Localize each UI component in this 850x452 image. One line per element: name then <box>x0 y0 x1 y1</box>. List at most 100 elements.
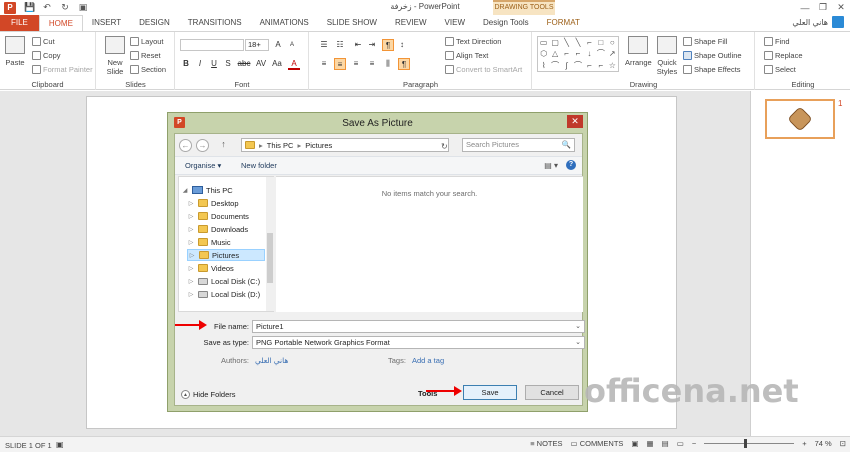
section-button[interactable]: Section <box>130 65 166 74</box>
shadow-button[interactable]: S <box>222 58 234 70</box>
up-button[interactable]: ↑ <box>217 139 230 152</box>
replace-button[interactable]: Replace <box>764 51 803 60</box>
format-painter-button[interactable]: Format Painter <box>32 65 93 74</box>
start-presentation-icon[interactable]: ▣ <box>78 2 88 13</box>
tree-item-videos[interactable]: ▷ Videos <box>187 262 234 274</box>
expand-icon[interactable]: ▷ <box>187 291 195 298</box>
tab-review[interactable]: REVIEW <box>386 15 436 31</box>
layout-button[interactable]: Layout <box>130 37 164 46</box>
reading-view-icon[interactable]: ▤ <box>662 439 669 448</box>
undo-icon[interactable]: ↶ <box>42 2 52 13</box>
slide-thumbnail[interactable] <box>765 99 835 139</box>
save-icon[interactable]: 💾 <box>24 2 35 13</box>
breadcrumb-pictures[interactable]: Pictures <box>305 141 332 150</box>
tab-transitions[interactable]: TRANSITIONS <box>179 15 251 31</box>
shape-option[interactable]: ↓ <box>584 48 595 59</box>
spell-check-icon[interactable]: ▣ <box>56 440 64 449</box>
convert-smartart-button[interactable]: Convert to SmartArt <box>445 65 522 74</box>
shape-option[interactable]: ⌐ <box>584 60 595 71</box>
tree-item-downloads[interactable]: ▷ Downloads <box>187 223 248 235</box>
file-name-input[interactable]: Picture1 ⌄ <box>252 320 585 333</box>
dialog-close-button[interactable]: ✕ <box>567 115 583 128</box>
close-button[interactable]: ✕ <box>832 0 850 15</box>
copy-button[interactable]: Copy <box>32 51 61 60</box>
restore-button[interactable]: ❐ <box>814 0 832 15</box>
shape-option[interactable]: ⌒ <box>595 48 606 59</box>
shape-option[interactable]: ╲ <box>572 37 583 48</box>
grow-font-button[interactable]: A <box>272 39 284 51</box>
shape-option[interactable]: ☆ <box>607 60 618 71</box>
shape-option[interactable]: ⌐ <box>572 48 583 59</box>
decrease-indent-button[interactable]: ⇤ <box>352 39 364 51</box>
shape-option[interactable]: ○ <box>607 37 618 48</box>
character-spacing-button[interactable]: AV <box>254 58 268 70</box>
text-direction-button[interactable]: Text Direction <box>445 37 501 46</box>
shape-fill-button[interactable]: Shape Fill <box>683 37 727 46</box>
forward-button[interactable]: → <box>196 138 209 152</box>
tab-insert[interactable]: INSERT <box>83 15 130 31</box>
italic-button[interactable]: I <box>194 58 206 70</box>
tab-home[interactable]: HOME <box>38 15 83 31</box>
rtl-button[interactable]: ¶ <box>382 39 394 51</box>
minimize-button[interactable]: — <box>796 0 814 15</box>
zoom-slider-thumb[interactable] <box>744 439 748 448</box>
tab-view[interactable]: VIEW <box>436 15 474 31</box>
font-name-box[interactable] <box>180 39 244 51</box>
shape-option[interactable]: ⌇ <box>538 60 549 71</box>
tab-design-tools[interactable]: Design Tools <box>474 15 538 31</box>
shape-option[interactable]: ▢ <box>549 37 560 48</box>
tree-item-music[interactable]: ▷ Music <box>187 236 231 248</box>
align-left-button[interactable]: ≡ <box>318 58 330 70</box>
new-folder-button[interactable]: New folder <box>241 161 277 170</box>
find-button[interactable]: Find <box>764 37 790 46</box>
breadcrumb-this-pc[interactable]: This PC <box>267 141 294 150</box>
fit-to-window-icon[interactable]: ⊡ <box>840 439 846 448</box>
shape-option[interactable]: ▭ <box>538 37 549 48</box>
chevron-down-icon[interactable]: ⌄ <box>575 321 581 332</box>
shape-outline-button[interactable]: Shape Outline <box>683 51 742 60</box>
tab-format[interactable]: FORMAT <box>538 15 589 31</box>
shape-effects-button[interactable]: Shape Effects <box>683 65 741 74</box>
line-spacing-button[interactable]: ↕ <box>396 39 408 51</box>
shape-option[interactable]: △ <box>549 48 560 59</box>
expand-icon[interactable]: ▷ <box>187 265 195 272</box>
shape-option[interactable]: ╲ <box>561 37 572 48</box>
shape-option[interactable]: ⌒ <box>572 60 583 71</box>
columns-button[interactable]: ⫼ <box>382 58 394 70</box>
expand-icon[interactable]: ▷ <box>187 278 195 285</box>
align-center-button[interactable]: ≡ <box>334 58 346 70</box>
tree-scrollbar-thumb[interactable] <box>267 233 273 283</box>
expand-icon[interactable]: ▷ <box>187 213 195 220</box>
authors-value[interactable]: هاني العلي <box>255 356 288 365</box>
tree-item-local-disk-d[interactable]: ▷ Local Disk (D:) <box>187 288 261 300</box>
underline-button[interactable]: U <box>208 58 220 70</box>
font-size-box[interactable]: 18+ <box>245 39 269 51</box>
zoom-in-button[interactable]: + <box>802 439 806 448</box>
slide-sorter-icon[interactable]: ▦ <box>647 439 654 448</box>
align-text-button[interactable]: Align Text <box>445 51 488 60</box>
paste-button[interactable]: Paste <box>5 36 25 67</box>
tree-scrollbar[interactable] <box>266 177 274 311</box>
expand-icon[interactable]: ▷ <box>187 226 195 233</box>
reset-button[interactable]: Reset <box>130 51 161 60</box>
shape-option[interactable]: ⌐ <box>595 60 606 71</box>
shape-option[interactable]: ⌐ <box>561 48 572 59</box>
expand-icon[interactable]: ▷ <box>188 252 196 259</box>
cancel-button[interactable]: Cancel <box>525 385 579 400</box>
new-slide-button[interactable]: New Slide <box>102 36 128 76</box>
help-icon[interactable]: ? <box>566 160 576 170</box>
address-bar[interactable]: ▸ This PC ▸ Pictures <box>241 138 449 152</box>
shape-option[interactable]: ↗ <box>607 48 618 59</box>
shape-option[interactable]: ⬡ <box>538 48 549 59</box>
justify-button[interactable]: ≡ <box>366 58 378 70</box>
user-account[interactable]: هاني العلي <box>792 16 844 28</box>
shape-option[interactable]: ∫ <box>561 60 572 71</box>
shapes-gallery[interactable]: ▭ ▢ ╲ ╲ ⌐ □ ○ ⬡ △ ⌐ ⌐ ↓ ⌒ ↗ ⌇ ⌒ ∫ ⌒ ⌐ ⌐ ☆ <box>537 36 619 72</box>
back-button[interactable]: ← <box>179 138 192 152</box>
tree-item-documents[interactable]: ▷ Documents <box>187 210 249 222</box>
tab-slide-show[interactable]: SLIDE SHOW <box>318 15 386 31</box>
font-color-button[interactable]: A <box>288 58 300 70</box>
file-list[interactable]: No items match your search. <box>276 176 583 312</box>
zoom-level[interactable]: 74 % <box>815 439 832 448</box>
search-input[interactable]: Search Pictures 🔍 <box>462 138 575 152</box>
